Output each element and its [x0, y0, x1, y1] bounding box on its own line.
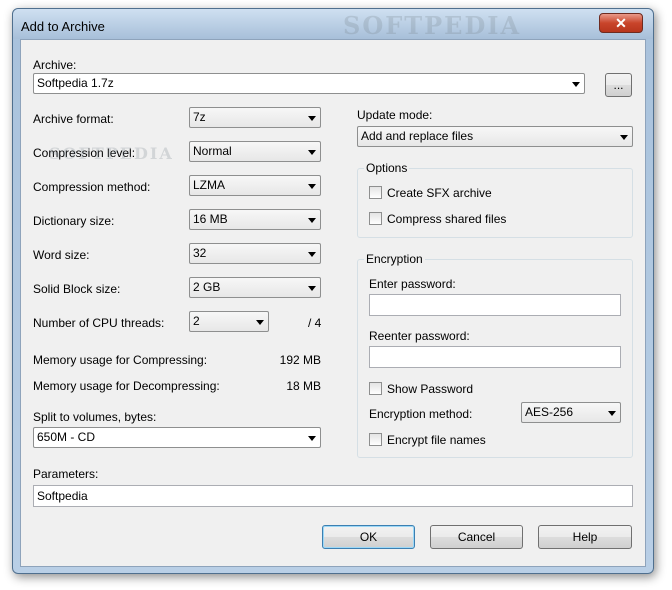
encryption-method-label: Encryption method: [369, 407, 473, 421]
mem-decompress-label: Memory usage for Decompressing: [33, 379, 220, 393]
compression-level-select[interactable]: Normal [189, 141, 321, 162]
shared-files-checkbox[interactable] [369, 212, 382, 225]
parameters-field[interactable]: Softpedia [33, 485, 633, 507]
encryption-group: Encryption Enter password: Reenter passw… [357, 252, 633, 458]
chevron-down-icon [256, 320, 264, 325]
mem-compress-label: Memory usage for Compressing: [33, 353, 208, 367]
compression-method-label: Compression method: [33, 180, 151, 194]
close-icon: ✕ [615, 15, 627, 31]
solid-block-size-label: Solid Block size: [33, 282, 121, 296]
reenter-password-label: Reenter password: [369, 329, 470, 343]
cancel-button[interactable]: Cancel [430, 525, 523, 549]
body-watermark: SOFTPEDIA [49, 144, 174, 163]
options-group-title: Options [364, 161, 410, 175]
title-bar[interactable]: Add to Archive SOFTPEDIA ✕ [13, 9, 653, 40]
sfx-checkbox-label: Create SFX archive [387, 186, 492, 200]
compression-level-value: Normal [193, 144, 232, 158]
mem-compress-value: 192 MB [279, 353, 321, 367]
cpu-threads-label: Number of CPU threads: [33, 316, 165, 330]
sfx-checkbox[interactable] [369, 186, 382, 199]
browse-label: ... [613, 78, 624, 92]
title-watermark: SOFTPEDIA [343, 11, 522, 40]
chevron-down-icon [308, 252, 316, 257]
chevron-down-icon [620, 135, 628, 140]
parameters-label: Parameters: [33, 467, 99, 481]
chevron-down-icon [572, 82, 580, 87]
chevron-down-icon [308, 184, 316, 189]
window-title: Add to Archive [21, 19, 105, 34]
options-group: Options Create SFX archive Compress shar… [357, 161, 633, 238]
show-password-label: Show Password [387, 382, 474, 396]
solid-block-size-value: 2 GB [193, 280, 221, 294]
word-size-label: Word size: [33, 248, 90, 262]
shared-files-checkbox-label: Compress shared files [387, 212, 507, 226]
encryption-group-title: Encryption [364, 252, 425, 266]
chevron-down-icon [608, 411, 616, 416]
word-size-select[interactable]: 32 [189, 243, 321, 264]
compression-method-select[interactable]: LZMA [189, 175, 321, 196]
chevron-down-icon [308, 218, 316, 223]
cpu-threads-select[interactable]: 2 [189, 311, 269, 332]
solid-block-size-select[interactable]: 2 GB [189, 277, 321, 298]
cpu-threads-max: / 4 [308, 316, 322, 330]
update-mode-select[interactable]: Add and replace files [357, 126, 633, 147]
reenter-password-field[interactable] [369, 346, 621, 368]
help-button[interactable]: Help [538, 525, 632, 549]
mem-decompress-value: 18 MB [286, 379, 321, 393]
archive-format-value: 7z [193, 110, 206, 124]
ok-button-label: OK [359, 530, 378, 544]
archive-label: Archive: [33, 58, 77, 72]
encrypt-names-checkbox[interactable] [369, 433, 382, 446]
ok-button[interactable]: OK [322, 525, 415, 549]
add-to-archive-dialog: Add to Archive SOFTPEDIA ✕ Archive: Soft… [12, 8, 654, 574]
update-mode-label: Update mode: [357, 108, 433, 122]
chevron-down-icon [308, 150, 316, 155]
archive-format-select[interactable]: 7z [189, 107, 321, 128]
encryption-method-value: AES-256 [525, 405, 574, 419]
compression-method-value: LZMA [193, 178, 226, 192]
chevron-down-icon [308, 286, 316, 291]
word-size-value: 32 [193, 246, 207, 260]
cancel-button-label: Cancel [457, 530, 496, 544]
split-volumes-combo[interactable]: 650M - CD [33, 427, 321, 448]
split-volumes-label: Split to volumes, bytes: [33, 410, 157, 424]
help-button-label: Help [572, 530, 598, 544]
enter-password-label: Enter password: [369, 277, 456, 291]
dictionary-size-select[interactable]: 16 MB [189, 209, 321, 230]
archive-format-label: Archive format: [33, 112, 114, 126]
archive-path-value: Softpedia 1.7z [37, 76, 114, 90]
dictionary-size-label: Dictionary size: [33, 214, 115, 228]
show-password-checkbox[interactable] [369, 382, 382, 395]
dialog-body: Archive: Softpedia 1.7z ... Archive form… [20, 39, 646, 567]
encryption-method-select[interactable]: AES-256 [521, 402, 621, 423]
dictionary-size-value: 16 MB [193, 212, 228, 226]
chevron-down-icon [308, 436, 316, 441]
browse-button[interactable]: ... [605, 73, 632, 97]
cpu-threads-value: 2 [193, 314, 200, 328]
archive-path-combo[interactable]: Softpedia 1.7z [33, 73, 585, 94]
update-mode-value: Add and replace files [361, 129, 474, 143]
close-button[interactable]: ✕ [599, 13, 643, 33]
split-volumes-value: 650M - CD [37, 430, 96, 444]
encrypt-names-label: Encrypt file names [387, 433, 486, 447]
enter-password-field[interactable] [369, 294, 621, 316]
chevron-down-icon [308, 116, 316, 121]
